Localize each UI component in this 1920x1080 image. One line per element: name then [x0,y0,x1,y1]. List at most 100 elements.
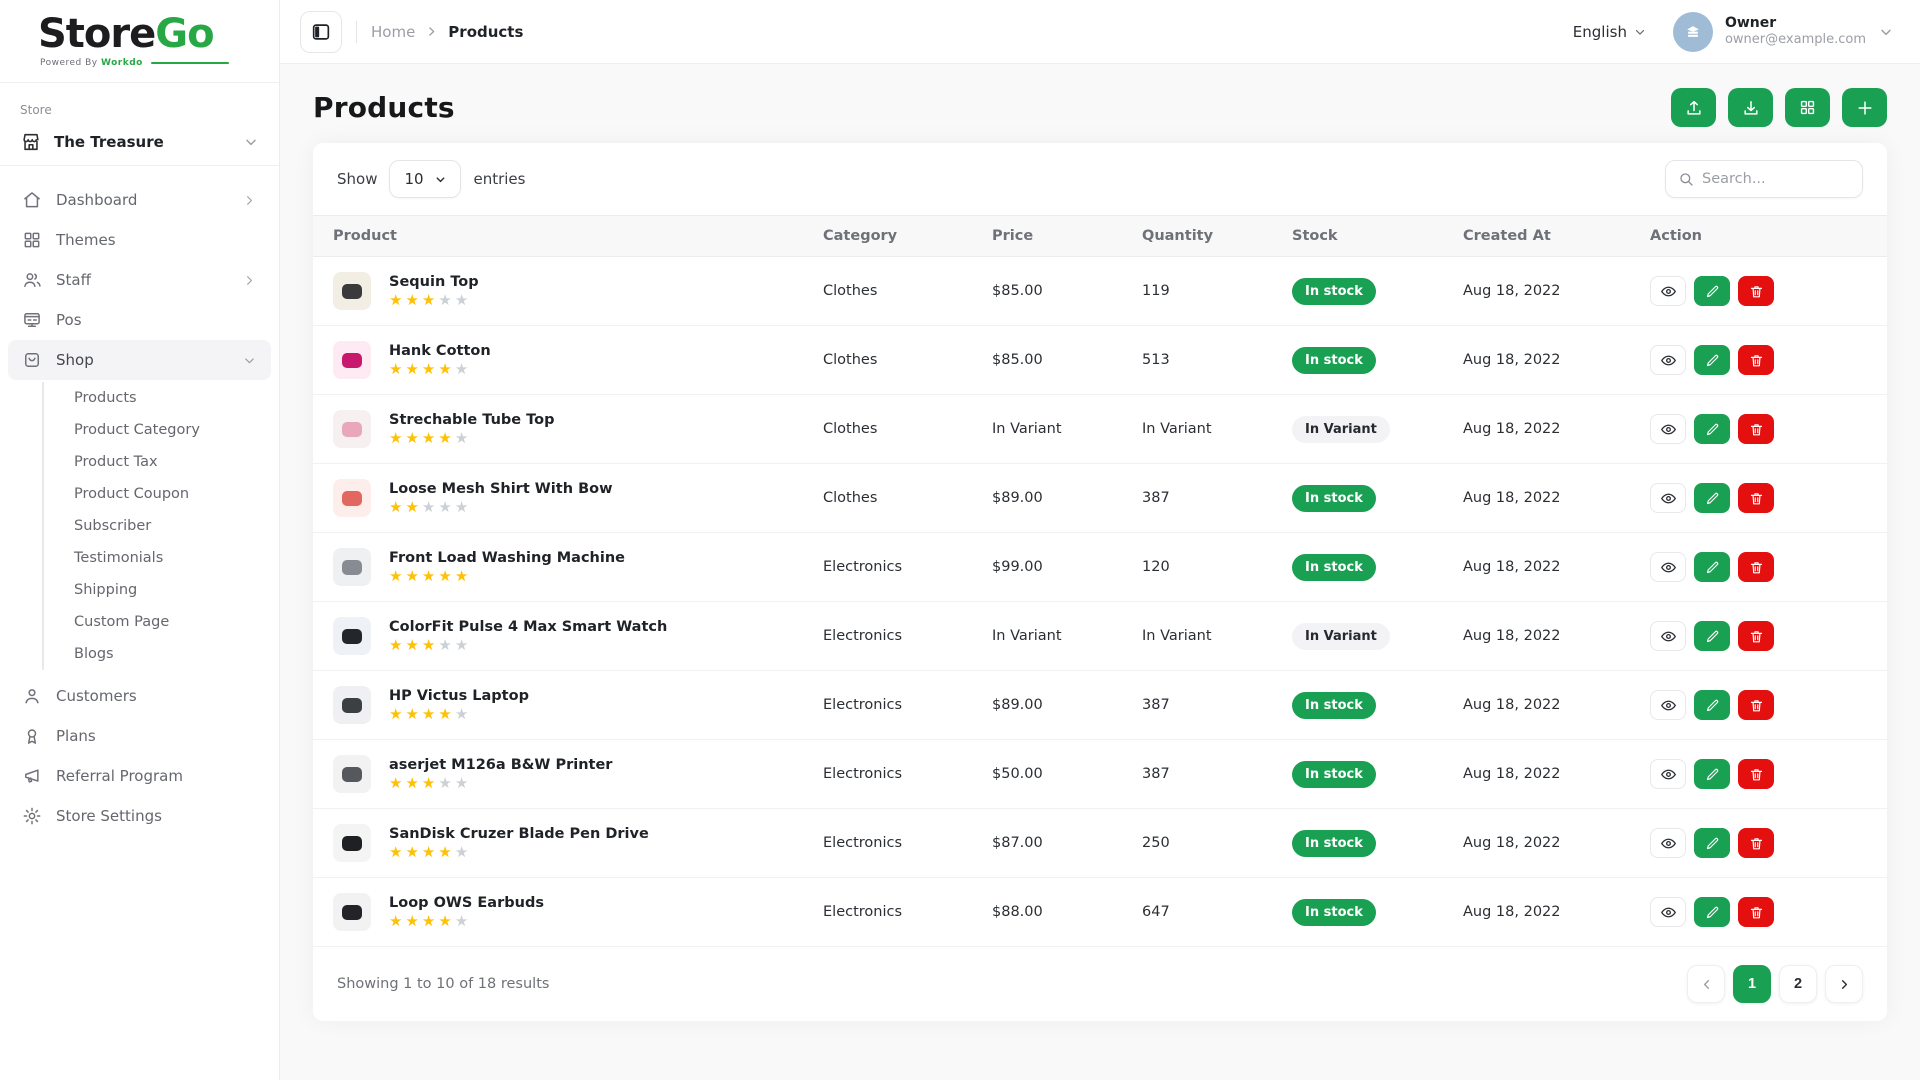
view-button[interactable] [1650,414,1686,444]
table-header: ProductCategoryPriceQuantityStockCreated… [313,215,1887,257]
edit-button[interactable] [1694,414,1730,444]
pagination-page-2[interactable]: 2 [1779,965,1817,1003]
sidebar-subitem-blogs[interactable]: Blogs [68,638,271,670]
view-button[interactable] [1650,621,1686,651]
sidebar-item-label: Plans [56,727,257,745]
toolbar [1671,88,1887,127]
edit-button[interactable] [1694,276,1730,306]
sidebar-subitem-product-coupon[interactable]: Product Coupon [68,478,271,510]
star-icon: ★ [422,774,438,792]
pencil-icon [1705,767,1720,782]
delete-button[interactable] [1738,483,1774,513]
sidebar-item-label: Staff [56,271,228,289]
delete-button[interactable] [1738,276,1774,306]
page-size-select[interactable]: 10 [389,160,461,198]
sidebar-item-customers[interactable]: Customers [8,676,271,716]
product-rating: ★★★★★ [389,293,479,308]
upload-icon [1684,98,1704,118]
sidebar-subitem-product-tax[interactable]: Product Tax [68,446,271,478]
sidebar-subitem-product-category[interactable]: Product Category [68,414,271,446]
sidebar-item-store-settings[interactable]: Store Settings [8,796,271,836]
download-icon [1741,98,1761,118]
delete-button[interactable] [1738,897,1774,927]
sidebar-subitem-custom-page[interactable]: Custom Page [68,606,271,638]
product-created-at: Aug 18, 2022 [1443,697,1630,713]
stock-badge: In stock [1292,761,1376,788]
search-icon [1678,171,1694,187]
sidebar-item-plans[interactable]: Plans [8,716,271,756]
table-body: Sequin Top ★★★★★ Clothes $85.00 119 In s… [313,257,1887,947]
delete-button[interactable] [1738,552,1774,582]
stock-badge: In Variant [1292,623,1390,650]
sidebar-item-shop[interactable]: Shop [8,340,271,380]
product-name: Hank Cotton [389,343,491,359]
view-button[interactable] [1650,552,1686,582]
sidebar-subitem-subscriber[interactable]: Subscriber [68,510,271,542]
grid4-button[interactable] [1785,88,1830,127]
product-rating: ★★★★★ [389,707,529,722]
edit-button[interactable] [1694,690,1730,720]
upload-button[interactable] [1671,88,1716,127]
sidebar-subitem-products[interactable]: Products [68,382,271,414]
view-button[interactable] [1650,897,1686,927]
view-button[interactable] [1650,828,1686,858]
edit-button[interactable] [1694,621,1730,651]
sidebar-item-label: Store Settings [56,807,257,825]
page-size-value: 10 [404,170,423,188]
table-row: Loop OWS Earbuds ★★★★★ Electronics $88.0… [313,878,1887,947]
profile-menu[interactable]: Owner owner@example.com [1673,12,1894,52]
eye-icon [1660,352,1677,369]
delete-button[interactable] [1738,759,1774,789]
sidebar-item-themes[interactable]: Themes [8,220,271,260]
brand-logo[interactable]: StoreGo Powered By Workdo [0,0,279,83]
edit-button[interactable] [1694,897,1730,927]
stock-badge: In stock [1292,830,1376,857]
store-selector[interactable]: The Treasure [20,131,259,153]
product-category: Electronics [803,766,972,782]
eye-icon [1660,697,1677,714]
delete-button[interactable] [1738,345,1774,375]
search-input[interactable] [1702,171,1850,187]
delete-button[interactable] [1738,621,1774,651]
sidebar-toggle-button[interactable] [300,11,342,53]
trash-icon [1749,491,1764,506]
pagination-next-button[interactable] [1825,965,1863,1003]
sidebar-item-pos[interactable]: Pos [8,300,271,340]
edit-button[interactable] [1694,759,1730,789]
eye-icon [1660,835,1677,852]
download-button[interactable] [1728,88,1773,127]
pagination-prev-button[interactable] [1687,965,1725,1003]
edit-button[interactable] [1694,483,1730,513]
language-selector[interactable]: English [1573,23,1647,41]
edit-button[interactable] [1694,828,1730,858]
sidebar-item-staff[interactable]: Staff [8,260,271,300]
pencil-icon [1705,284,1720,299]
pagination-page-1[interactable]: 1 [1733,965,1771,1003]
star-icon: ★ [389,636,405,654]
star-icon: ★ [422,705,438,723]
sidebar-item-label: Pos [56,311,257,329]
view-button[interactable] [1650,276,1686,306]
edit-button[interactable] [1694,345,1730,375]
eye-icon [1660,628,1677,645]
plus-button[interactable] [1842,88,1887,127]
star-icon: ★ [405,498,421,516]
view-button[interactable] [1650,483,1686,513]
delete-button[interactable] [1738,414,1774,444]
view-button[interactable] [1650,690,1686,720]
view-button[interactable] [1650,345,1686,375]
edit-button[interactable] [1694,552,1730,582]
sidebar-subitem-testimonials[interactable]: Testimonials [68,542,271,574]
sidebar-item-dashboard[interactable]: Dashboard [8,180,271,220]
delete-button[interactable] [1738,690,1774,720]
delete-button[interactable] [1738,828,1774,858]
chevron-down-icon [1878,24,1894,40]
column-header-action: Action [1630,228,1887,244]
view-button[interactable] [1650,759,1686,789]
product-name: HP Victus Laptop [389,688,529,704]
table-row: aserjet M126a B&W Printer ★★★★★ Electron… [313,740,1887,809]
product-price: $85.00 [972,283,1122,299]
sidebar-item-referral-program[interactable]: Referral Program [8,756,271,796]
sidebar-subitem-shipping[interactable]: Shipping [68,574,271,606]
breadcrumb-home-link[interactable]: Home [371,23,415,41]
